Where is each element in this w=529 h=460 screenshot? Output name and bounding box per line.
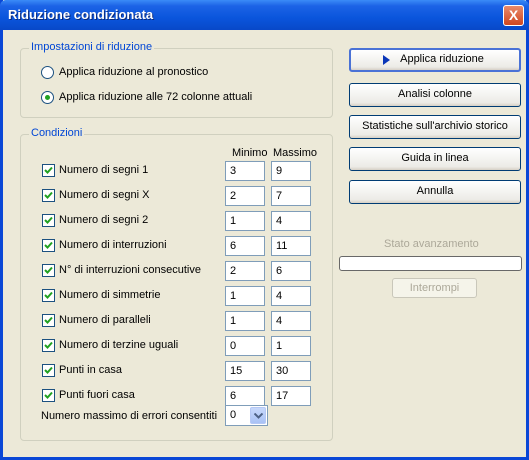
checkmark-icon [44, 266, 53, 274]
minimum-field[interactable]: 2 [225, 186, 265, 206]
condition-label: Numero di interruzioni [59, 239, 167, 251]
minimum-field[interactable]: 3 [225, 161, 265, 181]
radio-button[interactable] [41, 66, 54, 79]
minimum-field[interactable]: 1 [225, 311, 265, 331]
condition-label: Punti fuori casa [59, 389, 135, 401]
condition-label: Numero di segni X [59, 189, 150, 201]
settings-group: Impostazioni di riduzione [20, 41, 333, 118]
checkmark-icon [44, 366, 53, 374]
condition-checkbox[interactable] [42, 389, 55, 402]
condition-label: Numero di segni 2 [59, 214, 149, 226]
radio-label: Applica riduzione al pronostico [59, 66, 209, 78]
checkmark-icon [44, 241, 53, 249]
checkmark-icon [44, 216, 53, 224]
maximum-field[interactable]: 11 [271, 236, 311, 256]
condition-checkbox[interactable] [42, 339, 55, 352]
condition-checkbox[interactable] [42, 189, 55, 202]
minimum-field[interactable]: 6 [225, 386, 265, 406]
radio-button-selected[interactable] [41, 91, 54, 104]
maximum-field[interactable]: 30 [271, 361, 311, 381]
minimum-field[interactable]: 0 [225, 336, 265, 356]
minimum-field[interactable]: 15 [225, 361, 265, 381]
archive-statistics-button[interactable]: Statistiche sull'archivio storico [349, 115, 521, 139]
condition-checkbox[interactable] [42, 239, 55, 252]
column-analysis-button[interactable]: Analisi colonne [349, 83, 521, 107]
max-errors-label: Numero massimo di errori consentiti [41, 410, 218, 422]
archive-statistics-label: Statistiche sull'archivio storico [362, 120, 508, 132]
maximum-field[interactable]: 7 [271, 186, 311, 206]
maximum-field[interactable]: 17 [271, 386, 311, 406]
maximum-field[interactable]: 9 [271, 161, 311, 181]
maximum-field[interactable]: 6 [271, 261, 311, 281]
close-icon: X [508, 7, 519, 23]
condition-checkbox[interactable] [42, 264, 55, 277]
column-analysis-label: Analisi colonne [398, 88, 472, 100]
checkmark-icon [44, 166, 53, 174]
close-button[interactable]: X [503, 5, 524, 26]
condition-label: Numero di paralleli [59, 314, 151, 326]
title-bar[interactable]: Riduzione condizionata X [0, 0, 529, 30]
condition-label: Numero di segni 1 [59, 164, 149, 176]
maximum-field[interactable]: 4 [271, 286, 311, 306]
progress-bar [339, 256, 522, 271]
condition-checkbox[interactable] [42, 214, 55, 227]
cancel-label: Annulla [416, 185, 454, 197]
condition-label: Punti in casa [59, 364, 122, 376]
maximum-field[interactable]: 1 [271, 336, 311, 356]
radio-label: Applica riduzione alle 72 colonne attual… [59, 91, 253, 103]
condition-label: Numero di simmetrie [59, 289, 161, 301]
condition-checkbox[interactable] [42, 364, 55, 377]
chevron-down-icon[interactable] [250, 407, 266, 424]
header-maximum: Massimo [273, 147, 318, 159]
header-minimum: Minimo [232, 147, 268, 159]
dialog-window: Riduzione condizionata X Impostazioni di… [0, 0, 529, 460]
checkmark-icon [44, 391, 53, 399]
online-help-button[interactable]: Guida in linea [349, 147, 521, 171]
condition-checkbox[interactable] [42, 289, 55, 302]
checkmark-icon [44, 191, 53, 199]
max-errors-select[interactable]: 0 [225, 405, 268, 426]
minimum-field[interactable]: 1 [225, 286, 265, 306]
checkmark-icon [44, 291, 53, 299]
minimum-field[interactable]: 2 [225, 261, 265, 281]
progress-label: Stato avanzamento [384, 238, 479, 250]
condition-checkbox[interactable] [42, 164, 55, 177]
conditions-legend: Condizioni [29, 127, 85, 139]
settings-legend: Impostazioni di riduzione [29, 41, 155, 53]
online-help-label: Guida in linea [401, 152, 469, 164]
stop-button: Interrompi [392, 278, 477, 298]
play-icon [383, 55, 390, 65]
stop-label: Interrompi [409, 282, 460, 294]
maximum-field[interactable]: 4 [271, 311, 311, 331]
max-errors-value: 0 [230, 409, 237, 421]
apply-reduction-button[interactable]: Applica riduzione [349, 48, 521, 72]
minimum-field[interactable]: 6 [225, 236, 265, 256]
condition-label: Numero di terzine uguali [59, 339, 179, 351]
cancel-button[interactable]: Annulla [349, 180, 521, 204]
checkmark-icon [44, 316, 53, 324]
window-title: Riduzione condizionata [8, 7, 154, 22]
maximum-field[interactable]: 4 [271, 211, 311, 231]
checkmark-icon [44, 341, 53, 349]
condition-label: N° di interruzioni consecutive [59, 264, 201, 276]
minimum-field[interactable]: 1 [225, 211, 265, 231]
apply-reduction-label: Applica riduzione [400, 53, 484, 65]
condition-checkbox[interactable] [42, 314, 55, 327]
